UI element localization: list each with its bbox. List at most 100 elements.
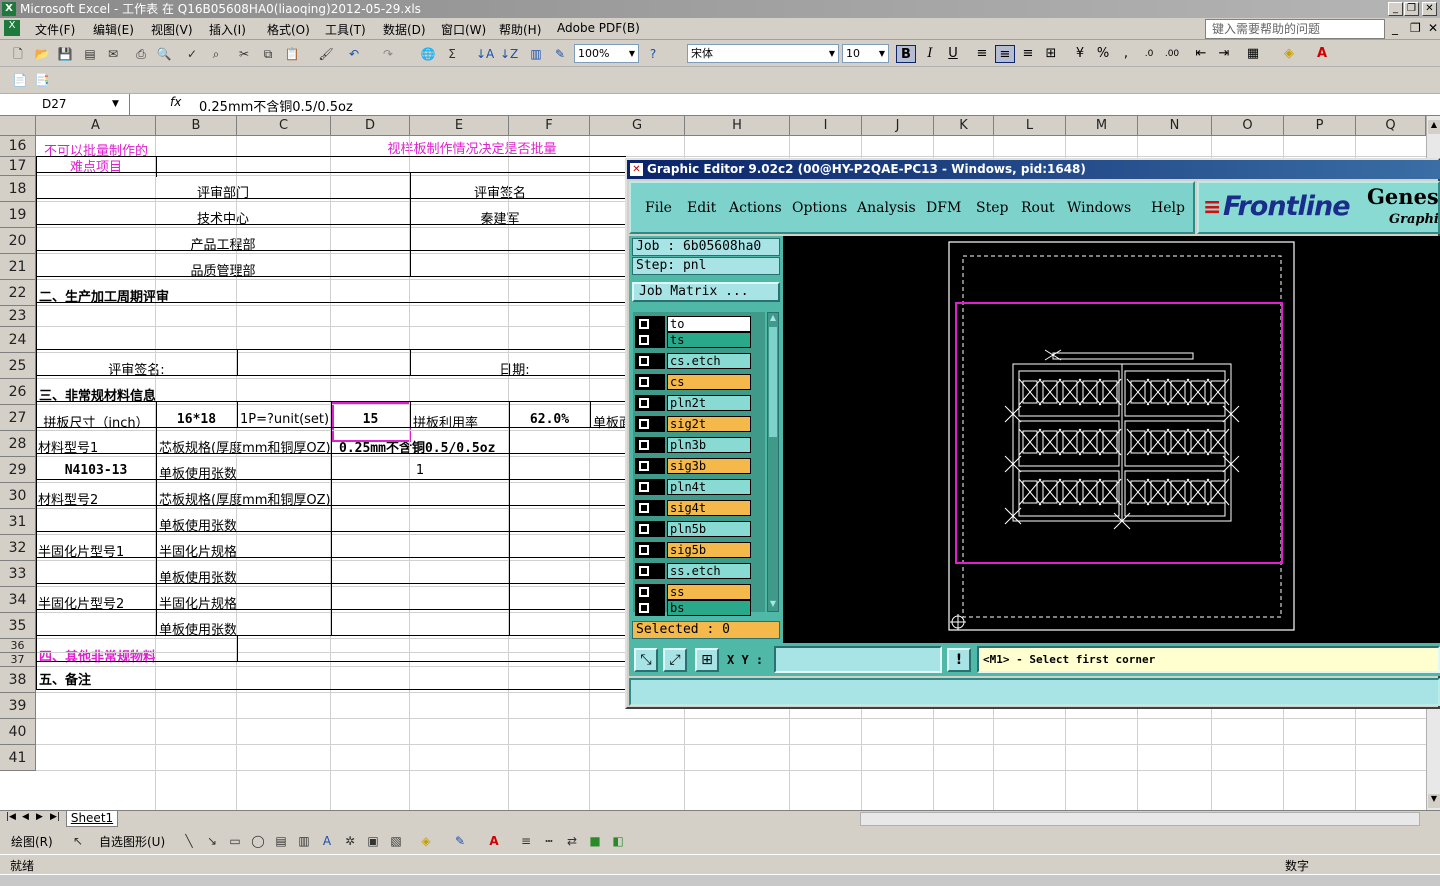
doc-close-icon[interactable]: ✕ — [1428, 21, 1438, 35]
cell-c26[interactable]: 1P=?unit(set) — [240, 412, 331, 427]
layer-row[interactable]: ss — [635, 584, 753, 600]
layer-checkbox-area[interactable] — [635, 437, 665, 453]
layer-checkbox-icon[interactable] — [639, 566, 649, 576]
font-dropdown-icon[interactable]: ▼ — [826, 45, 838, 62]
layer-name[interactable]: sig3b — [667, 458, 751, 474]
row-header[interactable]: 41 — [0, 745, 36, 771]
row-header[interactable]: 16 — [0, 136, 36, 157]
row-header[interactable]: 32 — [0, 535, 36, 561]
doc-minimize-icon[interactable]: _ — [1392, 21, 1398, 35]
tab-first-icon[interactable]: |◀ — [6, 812, 16, 822]
scroll-down-icon[interactable]: ▼ — [1428, 794, 1440, 808]
column-header[interactable]: F — [509, 116, 590, 136]
layer-checkbox-icon[interactable] — [639, 587, 649, 597]
pdf-email-icon[interactable]: 📑 — [34, 72, 50, 88]
layer-row[interactable]: to — [635, 316, 753, 332]
column-header[interactable]: N — [1138, 116, 1212, 136]
ge-menu-file[interactable]: File — [645, 200, 672, 216]
layer-name[interactable]: sig5b — [667, 542, 751, 558]
line-style-icon[interactable]: ≡ — [518, 833, 534, 849]
column-header[interactable]: E — [410, 116, 509, 136]
menu-edit[interactable]: 编辑(E) — [93, 21, 134, 38]
vertical-textbox-icon[interactable]: ▥ — [296, 833, 312, 849]
row-header[interactable]: 37 — [0, 653, 36, 667]
cell-e26[interactable]: 拼板利用率 — [413, 412, 509, 431]
layer-name[interactable]: to — [667, 316, 751, 332]
line-icon[interactable]: ╲ — [181, 833, 197, 849]
layer-row[interactable]: ss.etch — [635, 563, 753, 579]
ge-graphic-canvas[interactable] — [783, 236, 1440, 643]
layer-row[interactable]: sig3b — [635, 458, 753, 474]
layer-row[interactable]: pln2t — [635, 395, 753, 411]
email-icon[interactable]: ✉ — [105, 46, 121, 62]
column-header[interactable]: I — [790, 116, 862, 136]
layer-list[interactable]: to ts cs.etch cs pln2t sig2t pln3b sig3b pln4t si… — [633, 312, 765, 616]
cell-a28[interactable]: N4103-13 — [36, 463, 156, 478]
layer-checkbox-icon[interactable] — [639, 377, 649, 387]
currency-icon[interactable]: ¥ — [1070, 45, 1090, 63]
column-header[interactable]: Q — [1356, 116, 1426, 136]
italic-button[interactable]: I — [920, 45, 940, 63]
row-header[interactable]: 22 — [0, 280, 36, 306]
cell-a35[interactable]: 四、其他非常规物料 — [39, 646, 156, 665]
bold-button[interactable]: B — [896, 45, 916, 63]
research-icon[interactable]: ⌕ — [208, 46, 224, 62]
grid-icon[interactable]: ⊞ — [695, 648, 719, 672]
layer-checkbox-area[interactable] — [635, 316, 665, 332]
column-header[interactable]: M — [1066, 116, 1138, 136]
layer-scroll-thumb[interactable] — [769, 327, 777, 437]
increase-decimal-icon[interactable]: .0 — [1139, 45, 1159, 63]
permission-icon[interactable]: ▤ — [82, 46, 98, 62]
alert-icon[interactable]: ! — [947, 648, 971, 672]
cell-a36[interactable]: 五、备注 — [39, 669, 91, 688]
hyperlink-icon[interactable]: 🌐 — [420, 46, 436, 62]
sort-ascending-icon[interactable]: ↓A — [476, 46, 494, 62]
layer-scrollbar[interactable]: ▲ ▼ — [767, 312, 779, 612]
arrow-style-icon[interactable]: ⇄ — [564, 833, 580, 849]
font-select[interactable]: 宋体 ▼ — [687, 44, 839, 63]
minimize-icon[interactable]: _ — [1388, 2, 1403, 16]
row-header[interactable]: 21 — [0, 254, 36, 280]
layer-checkbox-area[interactable] — [635, 500, 665, 516]
layer-checkbox-icon[interactable] — [639, 482, 649, 492]
name-box-dropdown-icon[interactable]: ▼ — [112, 94, 119, 115]
xy-input[interactable] — [774, 646, 942, 673]
shadow-icon[interactable]: ■ — [587, 833, 603, 849]
picture-icon[interactable]: ▧ — [388, 833, 404, 849]
autoshapes-menu[interactable]: 自选图形(U) — [99, 833, 165, 850]
cell-d28[interactable]: 1 — [331, 463, 509, 478]
layer-name[interactable]: pln3b — [667, 437, 751, 453]
menu-file[interactable]: 文件(F) — [35, 21, 75, 38]
ge-menu-step[interactable]: Step — [976, 200, 1008, 216]
layer-checkbox-icon[interactable] — [639, 419, 649, 429]
fill-color-draw-icon[interactable]: ◈ — [418, 833, 434, 849]
row-header[interactable]: 17 — [0, 157, 36, 176]
layer-row[interactable]: pln4t — [635, 479, 753, 495]
row-header[interactable]: 25 — [0, 353, 36, 379]
chart-wizard-icon[interactable]: ▥ — [528, 46, 544, 62]
layer-checkbox-area[interactable] — [635, 521, 665, 537]
undo-icon[interactable]: ↶ — [346, 46, 362, 62]
align-right-icon[interactable]: ≡ — [1018, 45, 1038, 63]
save-icon[interactable]: 💾 — [57, 46, 73, 62]
layer-checkbox-icon[interactable] — [639, 603, 649, 613]
tab-next-icon[interactable]: ▶ — [36, 812, 43, 822]
decrease-indent-icon[interactable]: ⇤ — [1191, 45, 1211, 63]
row-header[interactable]: 19 — [0, 202, 36, 228]
print-icon[interactable]: ⎙ — [133, 46, 149, 62]
help-search-input[interactable]: 键入需要帮助的问题 — [1205, 19, 1385, 39]
row-header[interactable]: 28 — [0, 431, 36, 457]
3d-icon[interactable]: ◧ — [610, 833, 626, 849]
layer-checkbox-area[interactable] — [635, 479, 665, 495]
clipart-icon[interactable]: ▣ — [365, 833, 381, 849]
layer-checkbox-area[interactable] — [635, 374, 665, 390]
cut-icon[interactable]: ✂ — [236, 46, 252, 62]
row-header[interactable]: 30 — [0, 483, 36, 509]
column-header[interactable]: J — [862, 116, 934, 136]
menu-format[interactable]: 格式(O) — [267, 21, 310, 38]
layer-checkbox-area[interactable] — [635, 600, 665, 616]
close-icon[interactable]: ✕ — [1422, 2, 1437, 16]
column-header[interactable]: H — [685, 116, 790, 136]
layer-name[interactable]: ss.etch — [667, 563, 751, 579]
row-header[interactable]: 29 — [0, 457, 36, 483]
